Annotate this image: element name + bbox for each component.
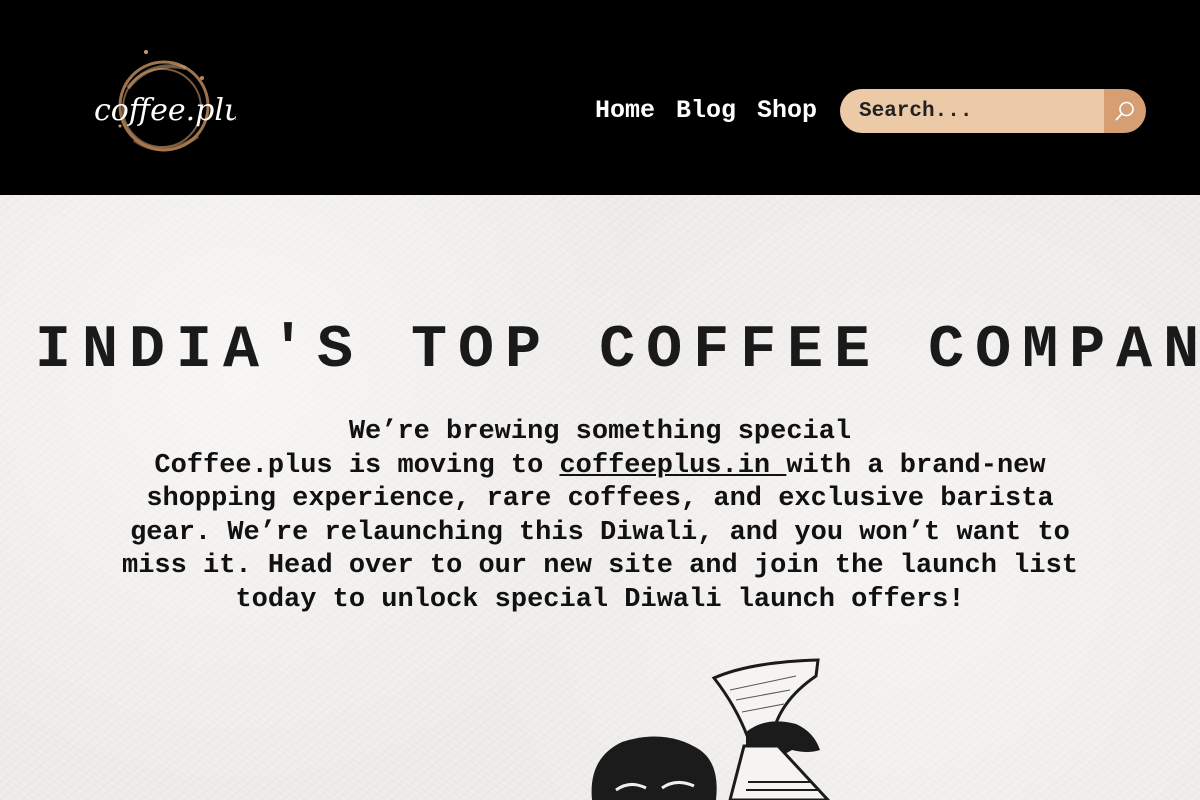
hero-intro: We’re brewing something special Coffee.p… xyxy=(100,416,1100,618)
site-header: coffee.plus Home Blog Shop xyxy=(0,0,1200,195)
search-bar xyxy=(840,89,1146,133)
brand-logo[interactable]: coffee.plus xyxy=(90,48,259,164)
search-button[interactable] xyxy=(1104,89,1146,133)
coffee-ring-logo-icon: coffee.plus xyxy=(94,50,259,152)
main-nav: Home Blog Shop xyxy=(595,96,838,126)
search-icon xyxy=(1115,101,1134,121)
logo-text: coffee.plus xyxy=(94,93,236,128)
hero-body-start: Coffee.plus is moving to xyxy=(154,450,560,481)
nav-shop-link[interactable]: Shop xyxy=(757,96,817,126)
search-input[interactable] xyxy=(840,89,1104,133)
hero-headline: INDIA'S TOP COFFEE COMPANY xyxy=(35,317,1200,385)
nav-blog-link[interactable]: Blog xyxy=(676,96,736,126)
barista-illustration xyxy=(570,650,870,800)
hero-subheading: We’re brewing something special xyxy=(348,417,852,447)
nav-home-link[interactable]: Home xyxy=(595,96,655,126)
barista-pouring-illustration-icon xyxy=(591,658,831,800)
new-site-link[interactable]: coffeeplus.in xyxy=(559,451,786,481)
